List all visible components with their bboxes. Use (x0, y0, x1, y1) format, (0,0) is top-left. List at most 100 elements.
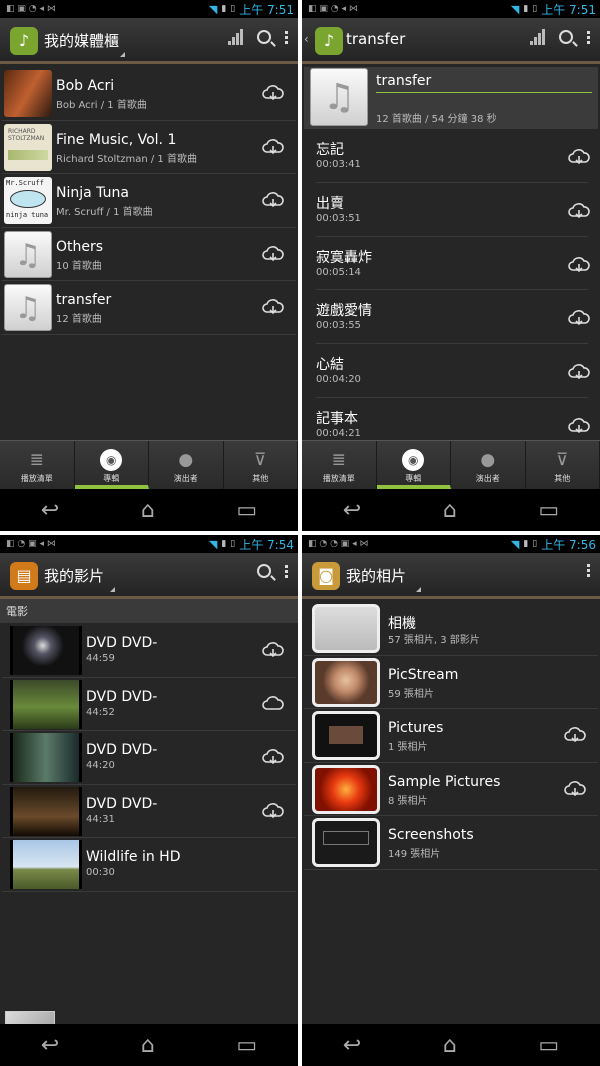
album-art-label: RICHARD STOLTZMAN (8, 127, 45, 142)
list-item[interactable]: Mr.Scruff ninja tuna Ninja Tuna Mr. Scruf… (2, 174, 296, 228)
cloud-download-icon[interactable] (262, 84, 284, 102)
item-title: Screenshots (388, 827, 474, 843)
list-item[interactable]: DVD DVD- 44:59 (2, 624, 296, 678)
equalizer-icon[interactable] (530, 29, 545, 45)
tab-artists[interactable]: ● 演出者 (451, 441, 526, 489)
search-icon[interactable] (257, 564, 271, 578)
list-item[interactable]: RICHARD STOLTZMAN Fine Music, Vol. 1 Ric… (2, 121, 296, 174)
list-item[interactable]: 寂寞轟炸 00:05:14 (316, 237, 590, 291)
overflow-menu-icon[interactable] (587, 30, 590, 44)
page-title[interactable]: 我的影片 (44, 565, 104, 586)
item-duration: 44:52 (86, 706, 115, 718)
dropdown-caret-icon[interactable] (110, 582, 115, 592)
recents-icon[interactable]: ▭ (236, 498, 257, 523)
recents-icon[interactable]: ▭ (538, 1033, 559, 1058)
album-art-label: ninja tuna (6, 211, 49, 219)
clapperboard-icon[interactable]: ▤ (10, 562, 38, 590)
bottom-tab-bar: ≣ 播放清單 ◉ 專輯 ● 演出者 ⊽ 其他 (302, 440, 600, 489)
video-thumbnail (10, 626, 82, 675)
cloud-download-icon[interactable] (262, 802, 284, 820)
list-item[interactable]: Screenshots 149 張相片 (304, 816, 598, 870)
list-item[interactable]: ♫ Others 10 首歌曲 (2, 228, 296, 281)
list-item[interactable]: Bob Acri Bob Acri / 1 首歌曲 (2, 67, 296, 121)
list-item[interactable]: 遊戲愛情 00:03:55 (316, 290, 590, 345)
track-duration: 00:04:21 (316, 427, 361, 439)
home-icon[interactable]: ⌂ (443, 498, 457, 523)
list-item[interactable]: Sample Pictures 8 張相片 (304, 763, 598, 816)
system-nav-bar: ↩ ⌂ ▭ (0, 489, 298, 531)
tab-playlists[interactable]: ≣ 播放清單 (0, 441, 75, 489)
list-item[interactable]: DVD DVD- 44:52 (2, 678, 296, 731)
cloud-upload-icon[interactable] (262, 695, 284, 713)
tab-other[interactable]: ⊽ 其他 (224, 441, 298, 489)
overflow-menu-icon[interactable] (587, 564, 590, 577)
tab-artists[interactable]: ● 演出者 (149, 441, 224, 489)
dropdown-caret-icon[interactable] (416, 582, 421, 592)
cloud-download-icon[interactable] (568, 309, 590, 331)
dropdown-caret-icon[interactable] (120, 47, 125, 57)
list-item[interactable]: 忘記 00:03:41 (316, 129, 590, 183)
music-app-icon[interactable]: ♪ (10, 27, 38, 55)
cloud-download-icon[interactable] (262, 298, 284, 316)
cloud-download-icon[interactable] (568, 256, 590, 278)
album-header: ♫ transfer 12 首歌曲 / 54 分鐘 38 秒 (304, 67, 598, 129)
list-item[interactable]: PicStream 59 張相片 (304, 656, 598, 709)
recents-icon[interactable]: ▭ (236, 1033, 257, 1058)
tab-playlists[interactable]: ≣ 播放清單 (302, 441, 377, 489)
cloud-download-icon[interactable] (568, 417, 590, 439)
cloud-download-icon[interactable] (568, 148, 590, 170)
cloud-download-icon[interactable] (262, 191, 284, 209)
notification-icons: ◧ ▣ ◔ ◂ ⋈ (6, 4, 56, 14)
action-bar: ♪ 我的媒體櫃 (0, 18, 298, 64)
tab-albums[interactable]: ◉ 專輯 (376, 441, 451, 489)
notification-icons: ◧ ◔ ▣ ◂ ⋈ (6, 539, 56, 549)
back-icon[interactable]: ↩ (41, 498, 59, 523)
tab-other[interactable]: ⊽ 其他 (526, 441, 600, 489)
search-icon[interactable] (559, 30, 573, 44)
page-title[interactable]: 我的相片 (346, 565, 406, 586)
back-icon[interactable]: ↩ (41, 1033, 59, 1058)
list-item[interactable]: DVD DVD- 44:20 (2, 731, 296, 785)
page-title[interactable]: transfer (346, 30, 405, 48)
action-bar: ‹ ♪ transfer (302, 18, 600, 64)
battery-icon: ▯ (230, 539, 236, 549)
equalizer-icon[interactable] (228, 29, 243, 45)
cloud-download-icon[interactable] (262, 245, 284, 263)
page-title[interactable]: 我的媒體櫃 (44, 30, 119, 51)
notification-icons: ◧ ▣ ◔ ◂ ⋈ (308, 4, 358, 14)
home-icon[interactable]: ⌂ (141, 498, 155, 523)
list-item[interactable]: Pictures 1 張相片 (304, 709, 598, 763)
music-app-icon[interactable]: ♪ (315, 27, 343, 55)
recents-icon[interactable]: ▭ (538, 498, 559, 523)
list-item[interactable]: 相機 57 張相片, 3 部影片 (304, 602, 598, 656)
home-icon[interactable]: ⌂ (141, 1033, 155, 1058)
cloud-download-icon[interactable] (262, 641, 284, 659)
home-icon[interactable]: ⌂ (443, 1033, 457, 1058)
item-duration: 44:59 (86, 653, 115, 664)
back-icon[interactable]: ↩ (343, 498, 361, 523)
cloud-download-icon[interactable] (568, 363, 590, 385)
back-icon[interactable]: ↩ (343, 1033, 361, 1058)
list-item[interactable]: 出賣 00:03:51 (316, 183, 590, 237)
overflow-menu-icon[interactable] (285, 30, 288, 44)
overflow-menu-icon[interactable] (285, 564, 288, 578)
item-title: Fine Music, Vol. 1 (56, 131, 177, 148)
search-icon[interactable] (257, 30, 271, 44)
album-art-label: Mr.Scruff (6, 179, 44, 187)
item-title: Others (56, 238, 104, 255)
list-item[interactable]: DVD DVD- 44:31 (2, 785, 296, 838)
music-note-icon: ♫ (310, 68, 368, 126)
photo-icon[interactable]: ◙ (312, 562, 340, 590)
cloud-download-icon[interactable] (262, 138, 284, 156)
cloud-download-icon[interactable] (262, 748, 284, 766)
cloud-download-icon[interactable] (564, 780, 586, 798)
list-item[interactable]: ♫ transfer 12 首歌曲 (2, 281, 296, 335)
cloud-download-icon[interactable] (564, 726, 586, 744)
cloud-download-icon[interactable] (568, 202, 590, 224)
list-item[interactable]: Wildlife in HD 00:30 (2, 838, 296, 892)
chevron-down-circle-icon: ⊽ (556, 450, 569, 470)
item-subtitle: Mr. Scruff / 1 首歌曲 (56, 207, 153, 218)
back-arrow-icon[interactable]: ‹ (304, 32, 309, 46)
list-item[interactable]: 心結 00:04:20 (316, 344, 590, 398)
tab-albums[interactable]: ◉ 專輯 (74, 441, 149, 489)
